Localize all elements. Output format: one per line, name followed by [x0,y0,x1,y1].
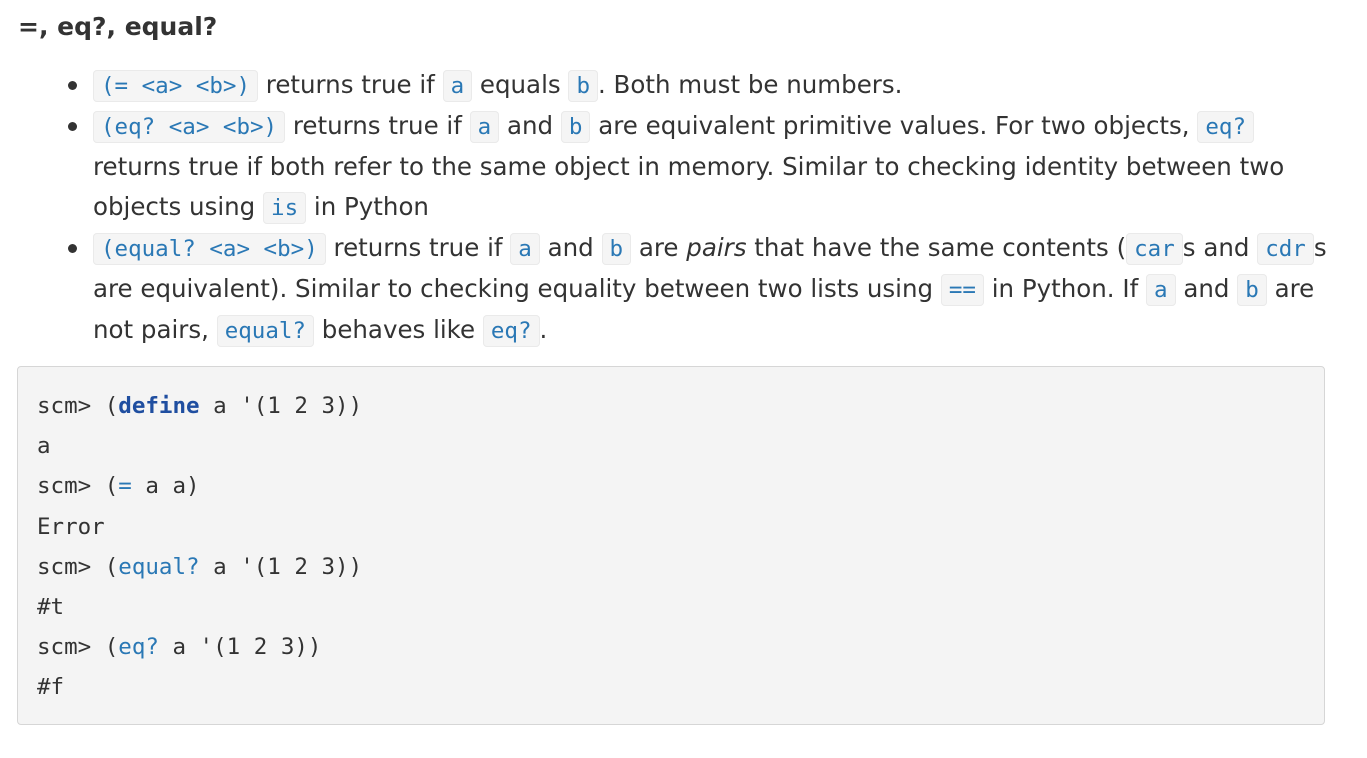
text: in Python [306,192,429,221]
inline-code: == [940,274,984,306]
section-title: =, eq?, equal? [18,12,218,41]
text: returns true if [258,70,443,99]
builtin-equals: = [118,473,132,500]
text: and [1175,274,1238,303]
text: returns true if [325,233,511,262]
paren: ( [104,553,119,580]
builtin-eq: eq? [118,634,159,661]
text: . Both must be numbers. [597,70,903,99]
code-line-input: scm> (= a a) [37,466,1305,506]
prompt: scm> [37,393,105,419]
code-rest: a a) [131,473,200,500]
code-line-output: Error [37,513,105,540]
inline-code: b [601,233,632,265]
code-block: scm> (define a '(1 2 3)) a scm> (= a a) Err… [17,366,1325,725]
code-line-output: #t [37,594,65,621]
text: s and [1182,233,1258,262]
code-rest: a '(1 2 3)) [158,634,322,661]
inline-code-expr: (equal? <a> <b>) [93,233,326,265]
inline-code: cdr [1257,233,1314,265]
inline-code: eq? [1197,111,1254,143]
inline-code-expr: (= <a> <b>) [93,70,259,102]
list-item-equal: (equal? <a> <b>) returns true if a and b… [68,228,1333,351]
code-line-input: scm> (eq? a '(1 2 3)) [37,627,1305,667]
paren: ( [104,393,119,419]
code-line-output: #f [37,674,65,701]
text: and [539,233,602,262]
code-line-output: a [37,433,51,460]
text: . [539,315,548,344]
code-line-input: scm> (equal? a '(1 2 3)) [37,547,1305,587]
code-rest: a '(1 2 3)) [199,553,363,580]
prompt: scm> [37,634,105,661]
text: are equivalent primitive values. For two… [590,111,1198,140]
text: returns true if [285,111,470,140]
inline-code: equal? [216,315,314,347]
code-rest: a '(1 2 3)) [199,393,363,419]
prompt: scm> [37,473,105,500]
inline-code-expr: (eq? <a> <b>) [93,111,286,143]
inline-code: b [1237,274,1267,306]
definition-list: (= <a> <b>) returns true if a equals b. … [68,65,1333,351]
paren: ( [104,473,119,500]
text: that have the same contents ( [746,233,1127,262]
code-line-input: scm> (define a '(1 2 3)) [37,386,1305,426]
list-item-equals: (= <a> <b>) returns true if a equals b. … [68,65,1333,106]
paren: ( [104,634,119,661]
inline-code: b [560,111,591,143]
prompt: scm> [37,553,105,580]
inline-code: a [510,233,540,265]
list-item-eq: (eq? <a> <b>) returns true if a and b ar… [68,106,1333,228]
text: and [499,111,561,140]
emphasis-pairs: pairs [686,233,747,262]
inline-code: is [263,192,307,224]
inline-code: car [1126,233,1183,265]
text: in Python. If [983,274,1147,303]
inline-code: a [442,70,473,102]
inline-code: b [568,70,598,102]
keyword-define: define [118,393,200,419]
text: behaves like [313,315,483,344]
text: are [631,233,687,262]
text: equals [472,70,569,99]
inline-code: eq? [482,315,540,347]
inline-code: a [1146,274,1176,306]
builtin-equal: equal? [118,553,200,580]
inline-code: a [469,111,500,143]
